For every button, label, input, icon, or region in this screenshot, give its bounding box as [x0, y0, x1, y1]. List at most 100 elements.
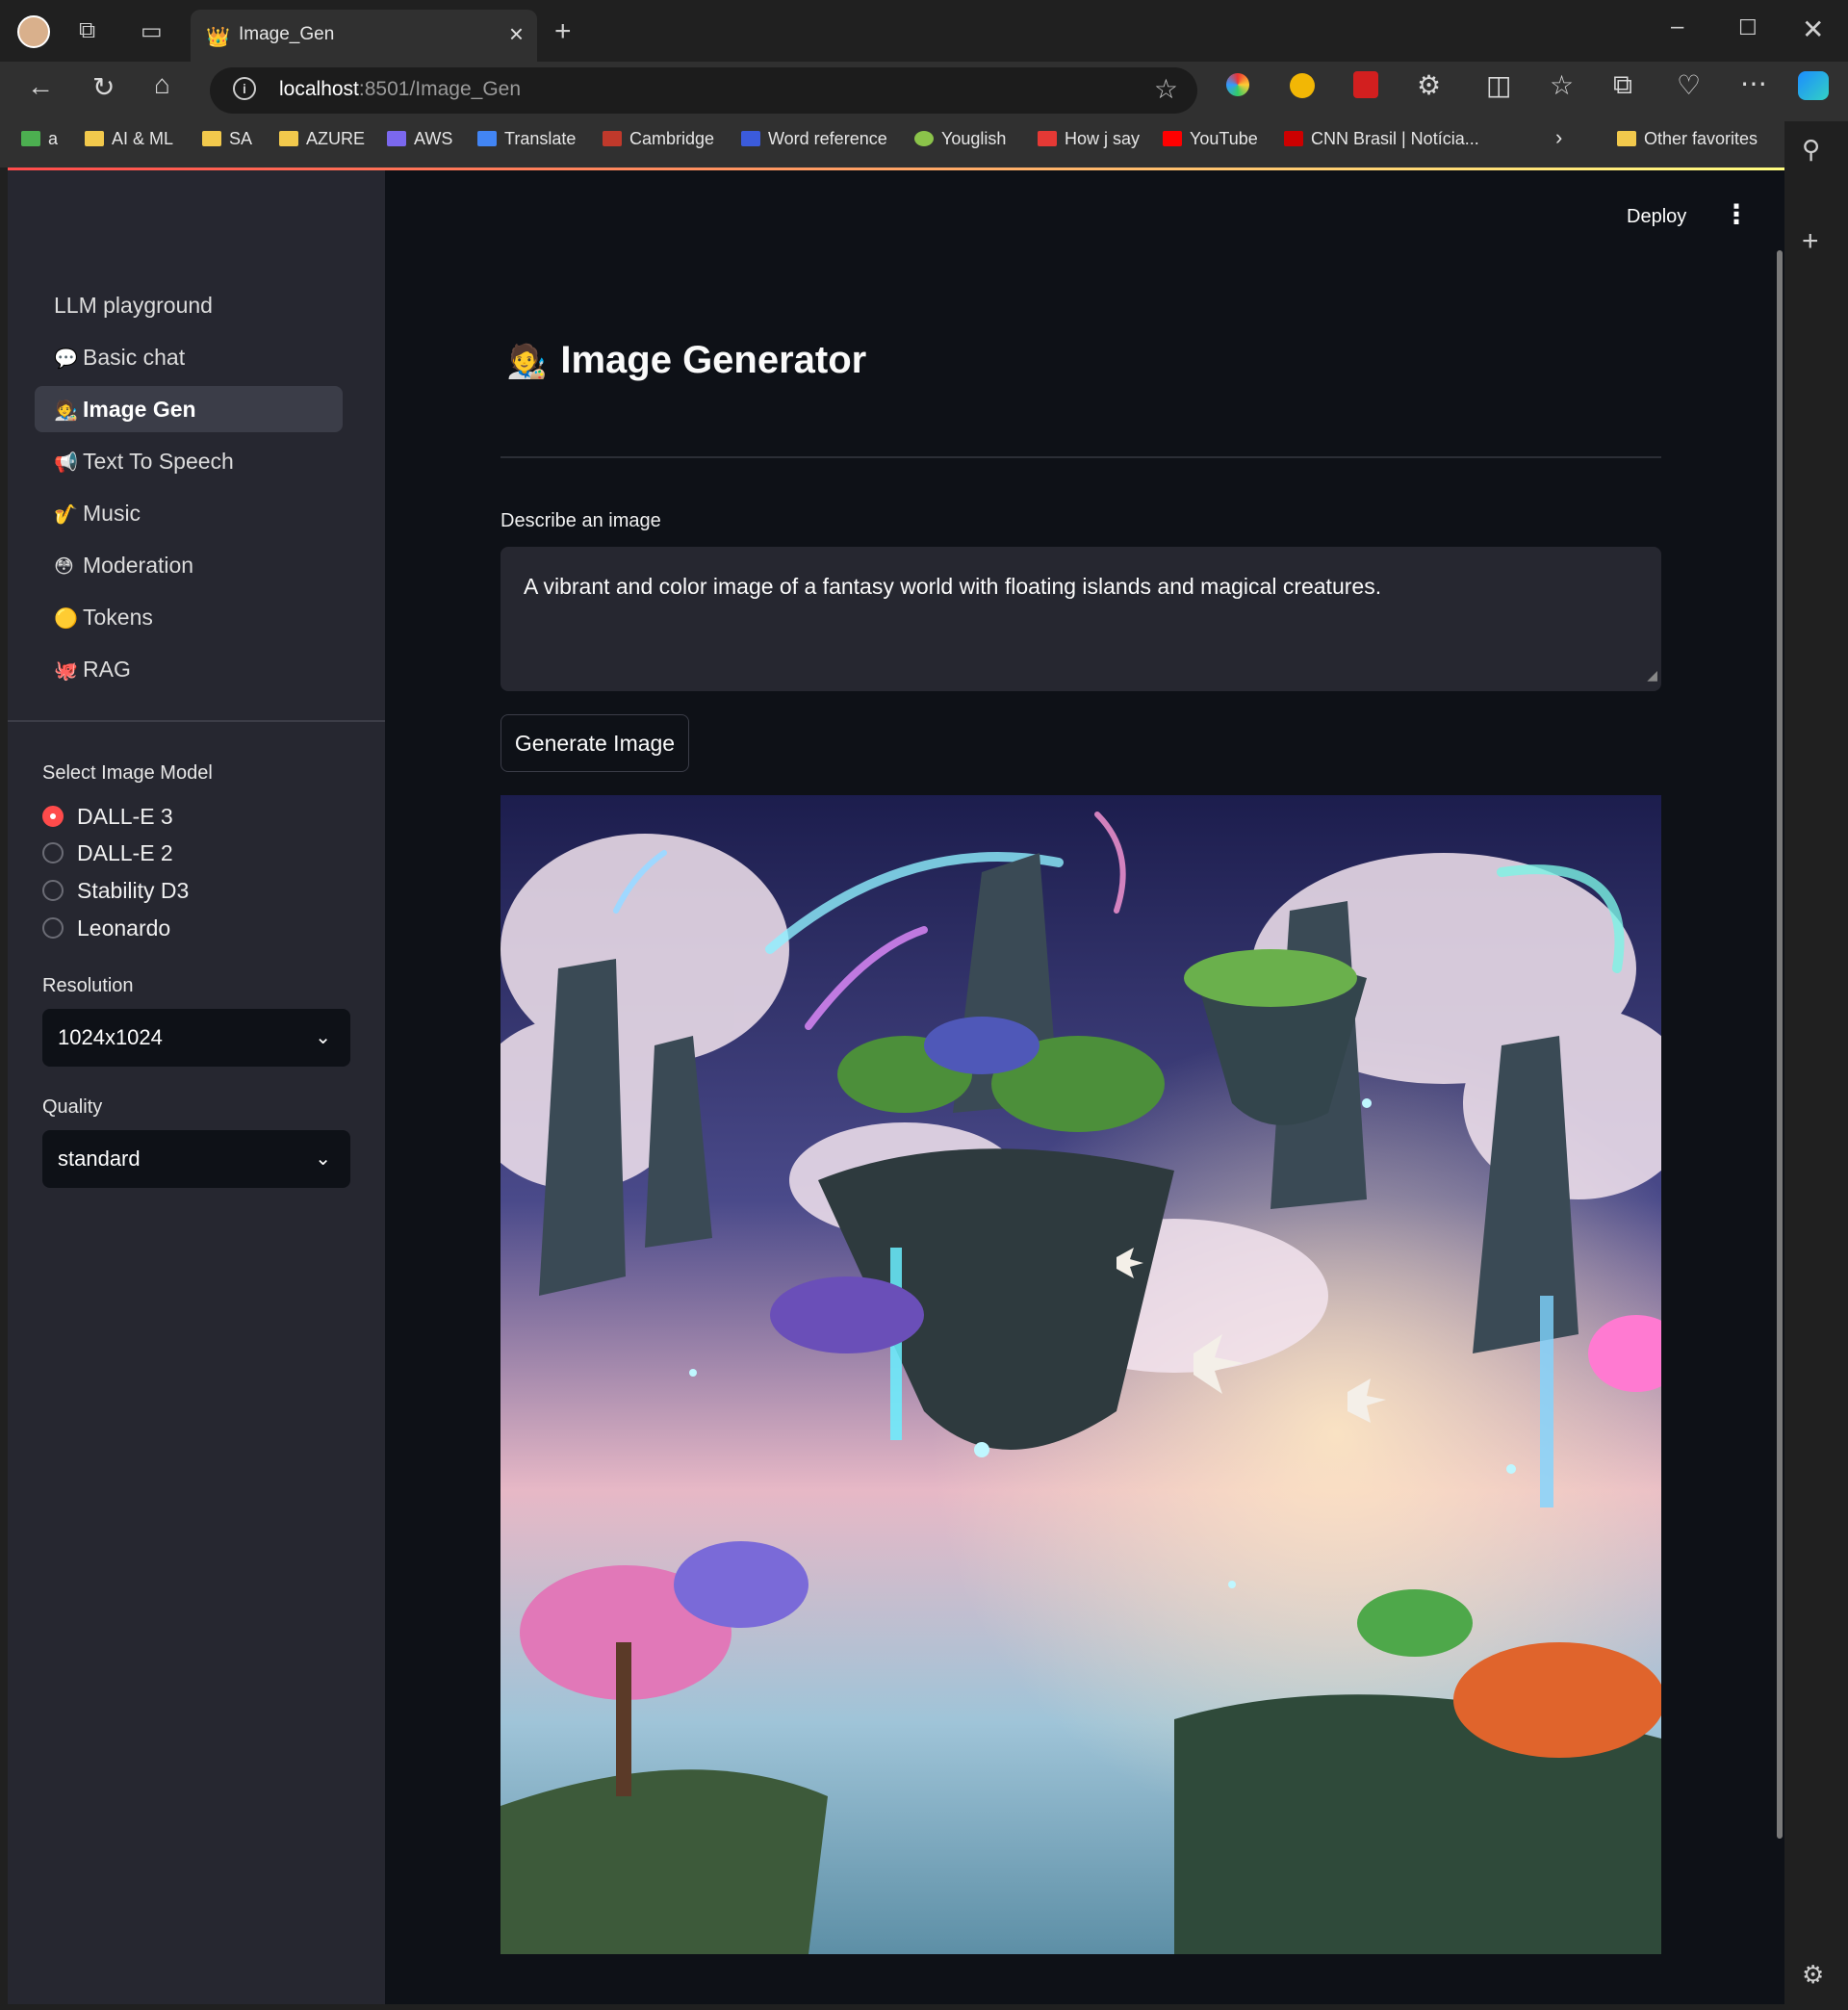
sidebar-item-rag[interactable]: 🐙 RAG	[35, 646, 343, 692]
bookmark-azure[interactable]: AZURE	[279, 129, 365, 149]
prompt-textarea[interactable]: A vibrant and color image of a fantasy w…	[500, 547, 1661, 691]
bookmarks-overflow-chevron-icon[interactable]: ›	[1555, 125, 1562, 150]
profile-avatar[interactable]	[17, 15, 50, 48]
radio-unselected-icon	[42, 917, 64, 939]
speech-balloon-icon: 💬	[54, 348, 78, 370]
cnn-icon	[1284, 131, 1303, 146]
extensions-icon[interactable]: ⚙	[1417, 69, 1441, 101]
close-window-icon[interactable]: ✕	[1802, 13, 1824, 45]
bookmark-cnn[interactable]: CNN Brasil | Notícia...	[1284, 129, 1479, 149]
chevron-down-icon: ⌄	[315, 1148, 331, 1170]
extension-colorful-icon[interactable]	[1226, 73, 1249, 96]
close-tab-icon[interactable]: ×	[509, 19, 524, 49]
flushed-face-icon: 😳	[54, 556, 74, 578]
artist-icon: 🧑‍🎨	[506, 344, 548, 380]
title-divider	[500, 456, 1661, 458]
home-icon[interactable]: ⌂	[154, 69, 170, 100]
radio-stability-d3[interactable]: Stability D3	[42, 878, 189, 904]
wordreference-icon	[741, 131, 760, 146]
loudspeaker-icon: 📢	[54, 452, 78, 474]
sidebar-item-tokens[interactable]: 🟡 Tokens	[35, 594, 343, 640]
maximize-icon[interactable]: ☐	[1738, 15, 1758, 40]
tab-title: Image_Gen	[239, 24, 335, 44]
sidebar-item-moderation[interactable]: 😳 Moderation	[35, 542, 343, 588]
radio-unselected-icon	[42, 842, 64, 863]
url-text: localhost:8501/Image_Gen	[279, 78, 522, 100]
browser-essentials-icon[interactable]: ♡	[1677, 69, 1701, 101]
bookmark-a[interactable]: a	[21, 129, 58, 149]
add-sidebar-app-icon[interactable]: +	[1802, 225, 1819, 258]
sidebar-settings-gear-icon[interactable]: ⚙	[1802, 1960, 1824, 1990]
more-menu-icon[interactable]: ⋯	[1740, 67, 1767, 99]
youglish-icon	[914, 131, 934, 146]
bookmark-ai-ml[interactable]: AI & ML	[85, 129, 173, 149]
bookmark-cambridge[interactable]: Cambridge	[603, 129, 714, 149]
bookmark-translate[interactable]: Translate	[477, 129, 576, 149]
bookmark-youtube[interactable]: YouTube	[1163, 129, 1258, 149]
translate-icon	[477, 131, 497, 146]
pdf-extension-icon[interactable]	[1353, 71, 1378, 98]
sidebar-item-music[interactable]: 🎷 Music	[35, 490, 343, 536]
quality-select[interactable]: standard ⌄	[42, 1130, 350, 1188]
sidebar-divider	[8, 720, 385, 722]
search-icon[interactable]: ⚲	[1802, 135, 1820, 165]
workspaces-icon[interactable]: ⧉	[79, 17, 95, 44]
bookmark-word-reference[interactable]: Word reference	[741, 129, 887, 149]
folder-icon	[279, 131, 298, 146]
sidebar-item-text-to-speech[interactable]: 📢 Text To Speech	[35, 438, 343, 484]
bookmark-aws[interactable]: AWS	[387, 129, 452, 149]
split-screen-icon[interactable]: ◫	[1486, 69, 1511, 101]
resolution-label: Resolution	[42, 975, 134, 996]
saxophone-icon: 🎷	[54, 504, 78, 526]
main-menu-icon[interactable]: ⋮	[1723, 198, 1750, 230]
prompt-label: Describe an image	[500, 510, 661, 531]
bookmark-how-j-say[interactable]: How j say	[1038, 129, 1140, 149]
new-tab-icon[interactable]: +	[554, 15, 572, 48]
bookmark-other-favorites[interactable]: Other favorites	[1617, 129, 1758, 149]
refresh-icon[interactable]: ↻	[92, 71, 115, 103]
site-info-icon[interactable]: i	[233, 77, 256, 100]
radio-leonardo[interactable]: Leonardo	[42, 915, 170, 941]
browser-titlebar: ⧉ ▭ 👑 Image_Gen × + – ☐ ✕	[0, 0, 1848, 62]
sidebar-item-llm-playground[interactable]: LLM playground	[35, 282, 343, 328]
edge-sidebar	[1784, 121, 1848, 2010]
radio-dall-e-2[interactable]: DALL-E 2	[42, 840, 173, 866]
generated-image	[500, 795, 1661, 1954]
bookmark-sa[interactable]: SA	[202, 129, 252, 149]
streamlit-favicon-icon: 👑	[206, 27, 230, 48]
octopus-icon: 🐙	[54, 660, 78, 682]
resize-grip-icon[interactable]: ◢	[1647, 660, 1657, 689]
aws-icon	[387, 131, 406, 146]
page-scrollbar[interactable]	[1777, 250, 1783, 1839]
favorites-icon[interactable]: ☆	[1550, 69, 1574, 101]
bookmark-icon	[21, 131, 40, 146]
folder-icon	[202, 131, 221, 146]
bookmark-youglish[interactable]: Youglish	[914, 129, 1006, 149]
model-select-label: Select Image Model	[42, 762, 213, 784]
page-title: 🧑‍🎨 Image Generator	[506, 339, 867, 381]
extension-chat-icon[interactable]	[1290, 73, 1315, 98]
radio-selected-icon	[42, 806, 64, 827]
tab-actions-icon[interactable]: ▭	[141, 17, 163, 45]
folder-icon	[1617, 131, 1636, 146]
minimize-icon[interactable]: –	[1671, 13, 1683, 40]
youtube-icon	[1163, 131, 1182, 146]
copilot-icon[interactable]	[1798, 71, 1829, 100]
coin-icon: 🟡	[54, 608, 78, 630]
address-bar[interactable]: i localhost:8501/Image_Gen ☆	[210, 67, 1197, 114]
resolution-select[interactable]: 1024x1024 ⌄	[42, 1009, 350, 1067]
browser-tab[interactable]: 👑 Image_Gen ×	[191, 10, 537, 62]
chevron-down-icon: ⌄	[315, 1027, 331, 1048]
quality-label: Quality	[42, 1096, 103, 1118]
sidebar-item-basic-chat[interactable]: 💬 Basic chat	[35, 334, 343, 380]
generate-image-button[interactable]: Generate Image	[500, 714, 689, 772]
cambridge-icon	[603, 131, 622, 146]
radio-dall-e-3[interactable]: DALL-E 3	[42, 804, 173, 830]
back-icon[interactable]: ←	[27, 71, 54, 102]
collections-icon[interactable]: ⧉	[1613, 69, 1632, 101]
sidebar-item-image-gen[interactable]: 🧑‍🎨 Image Gen	[35, 386, 343, 432]
add-favorite-star-icon[interactable]: ☆	[1154, 73, 1178, 105]
howjsay-icon	[1038, 131, 1057, 146]
deploy-button[interactable]: Deploy	[1627, 206, 1686, 228]
radio-unselected-icon	[42, 880, 64, 901]
